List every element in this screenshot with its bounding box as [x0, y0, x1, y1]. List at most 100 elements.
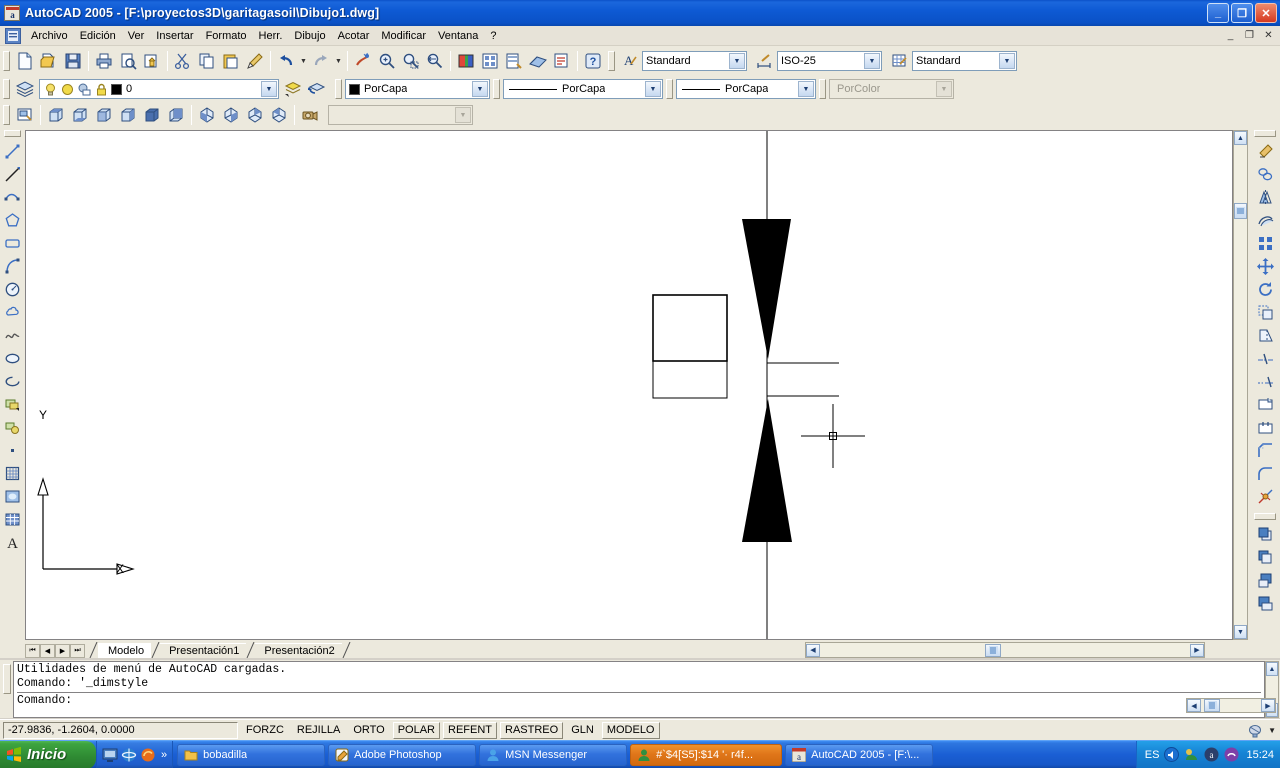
scroll-right-button[interactable]: ▶: [1190, 644, 1204, 657]
vertical-scrollbar[interactable]: ▲ ▼: [1233, 130, 1248, 640]
tab-last-button[interactable]: ⏭: [70, 644, 85, 658]
lineweight-combo[interactable]: PorCapa ▼: [676, 79, 816, 99]
trim-icon[interactable]: [1253, 347, 1277, 370]
chamfer-icon[interactable]: [1253, 439, 1277, 462]
open-icon[interactable]: [37, 49, 61, 73]
tool-palettes-icon[interactable]: [502, 49, 526, 73]
layer-manager-icon[interactable]: [13, 77, 37, 101]
menu-herr[interactable]: Herr.: [253, 28, 289, 44]
nw-isometric-icon[interactable]: [267, 103, 291, 127]
copy-icon[interactable]: [195, 49, 219, 73]
menu-acotar[interactable]: Acotar: [332, 28, 376, 44]
status-toggle-orto[interactable]: ORTO: [348, 722, 389, 739]
chevron-down-icon[interactable]: ▼: [1268, 726, 1276, 735]
menu-archivo[interactable]: Archivo: [25, 28, 74, 44]
move-icon[interactable]: [1253, 255, 1277, 278]
close-button[interactable]: ✕: [1255, 3, 1277, 23]
chevron-down-icon[interactable]: ▼: [729, 53, 745, 69]
lightbulb-on-icon[interactable]: [43, 82, 58, 97]
cmd-hscroll-thumb[interactable]: [1204, 699, 1220, 712]
paste-icon[interactable]: [219, 49, 243, 73]
designcenter-icon[interactable]: [478, 49, 502, 73]
mdi-restore-button[interactable]: ❐: [1242, 28, 1257, 43]
polyline-icon[interactable]: [1, 186, 25, 209]
insert-hyperlink-icon[interactable]: [351, 49, 375, 73]
ucs-combo[interactable]: ▼: [328, 105, 473, 125]
modify-toolbar-grip[interactable]: [1254, 130, 1276, 137]
maximize-button[interactable]: ❐: [1231, 3, 1253, 23]
command-window-hscrollbar[interactable]: ◀ ▶: [1186, 698, 1276, 713]
antivirus-icon[interactable]: a: [1204, 747, 1219, 762]
firefox-icon[interactable]: [140, 747, 156, 763]
offset-icon[interactable]: [1253, 209, 1277, 232]
tab-prev-button[interactable]: ◀: [40, 644, 55, 658]
layer-previous-icon[interactable]: [305, 77, 329, 101]
left-view-icon[interactable]: [92, 103, 116, 127]
draw-order-toolbar-grip[interactable]: [1254, 513, 1276, 520]
redo-icon[interactable]: [309, 49, 333, 73]
ne-isometric-icon[interactable]: [243, 103, 267, 127]
mdi-minimize-button[interactable]: _: [1223, 28, 1238, 43]
drawing-viewport[interactable]: Y X: [25, 130, 1233, 640]
rectangle-icon[interactable]: [1, 232, 25, 255]
publish-icon[interactable]: [140, 49, 164, 73]
chevron-down-icon[interactable]: ▼: [472, 81, 488, 97]
command-history-and-prompt[interactable]: Utilidades de menú de AutoCAD cargadas. …: [13, 661, 1265, 718]
start-button[interactable]: Inicio: [0, 741, 96, 768]
status-toggle-gln[interactable]: GLN: [566, 722, 599, 739]
table-style-combo[interactable]: Standard ▼: [912, 51, 1017, 71]
quick-launch-overflow[interactable]: »: [161, 749, 167, 761]
bottom-view-icon[interactable]: [68, 103, 92, 127]
status-toggle-refent[interactable]: REFENT: [443, 722, 497, 739]
polygon-icon[interactable]: [1, 209, 25, 232]
styles-toolbar-grip[interactable]: [608, 51, 615, 71]
match-properties-icon[interactable]: [243, 49, 267, 73]
command-prompt[interactable]: Comando:: [17, 694, 1261, 708]
minimize-button[interactable]: _: [1207, 3, 1229, 23]
rotate-icon[interactable]: [1253, 278, 1277, 301]
back-view-icon[interactable]: [164, 103, 188, 127]
mirror-icon[interactable]: [1253, 186, 1277, 209]
communication-center-icon[interactable]: [1247, 723, 1264, 738]
spline-icon[interactable]: [1, 324, 25, 347]
dim-style-icon[interactable]: [753, 49, 777, 73]
toolbar-grip[interactable]: [3, 51, 10, 71]
status-toggle-rejilla[interactable]: REJILLA: [292, 722, 345, 739]
new-icon[interactable]: [13, 49, 37, 73]
properties-toolbar-grip[interactable]: [335, 79, 342, 99]
taskbar-item-autocad[interactable]: a AutoCAD 2005 - [F:\...: [785, 744, 933, 766]
region-table-icon[interactable]: [1, 508, 25, 531]
hatch-icon[interactable]: [1, 462, 25, 485]
show-desktop-icon[interactable]: [102, 747, 118, 763]
coordinate-display[interactable]: -27.9836, -1.2604, 0.0000: [3, 722, 238, 739]
stretch-icon[interactable]: [1253, 324, 1277, 347]
taskbar-item-messenger-chat[interactable]: #`$4[S5]:$14 '· r4f...: [630, 744, 782, 766]
menu-ayuda[interactable]: ?: [484, 28, 502, 44]
lock-icon[interactable]: [94, 82, 109, 97]
named-views-icon[interactable]: [13, 103, 37, 127]
tab-next-button[interactable]: ▶: [55, 644, 70, 658]
break-at-point-icon[interactable]: [1253, 393, 1277, 416]
help-icon[interactable]: ?: [581, 49, 605, 73]
table-style-icon[interactable]: [888, 49, 912, 73]
right-view-icon[interactable]: [116, 103, 140, 127]
command-scroll-up-button[interactable]: ▲: [1266, 662, 1278, 676]
cmd-scroll-left-button[interactable]: ◀: [1187, 699, 1201, 712]
ellipse-icon[interactable]: [1, 347, 25, 370]
camera-icon[interactable]: [298, 103, 322, 127]
break-icon[interactable]: [1253, 416, 1277, 439]
taskbar-clock[interactable]: 15:24: [1246, 749, 1274, 761]
linetype-grip[interactable]: [493, 79, 500, 99]
ellipse-arc-icon[interactable]: [1, 370, 25, 393]
sheet-set-icon[interactable]: [526, 49, 550, 73]
network-icon[interactable]: [1184, 747, 1199, 762]
freeze-viewport-icon[interactable]: [77, 82, 92, 97]
line-icon[interactable]: [1, 140, 25, 163]
horizontal-scrollbar[interactable]: ◀ ▶: [805, 642, 1205, 658]
revision-cloud-icon[interactable]: [1, 301, 25, 324]
zoom-previous-icon[interactable]: [423, 49, 447, 73]
make-layer-current-icon[interactable]: [281, 77, 305, 101]
zoom-window-icon[interactable]: [399, 49, 423, 73]
taskbar-item-bobadilla[interactable]: bobadilla: [177, 744, 325, 766]
markup-set-icon[interactable]: [550, 49, 574, 73]
